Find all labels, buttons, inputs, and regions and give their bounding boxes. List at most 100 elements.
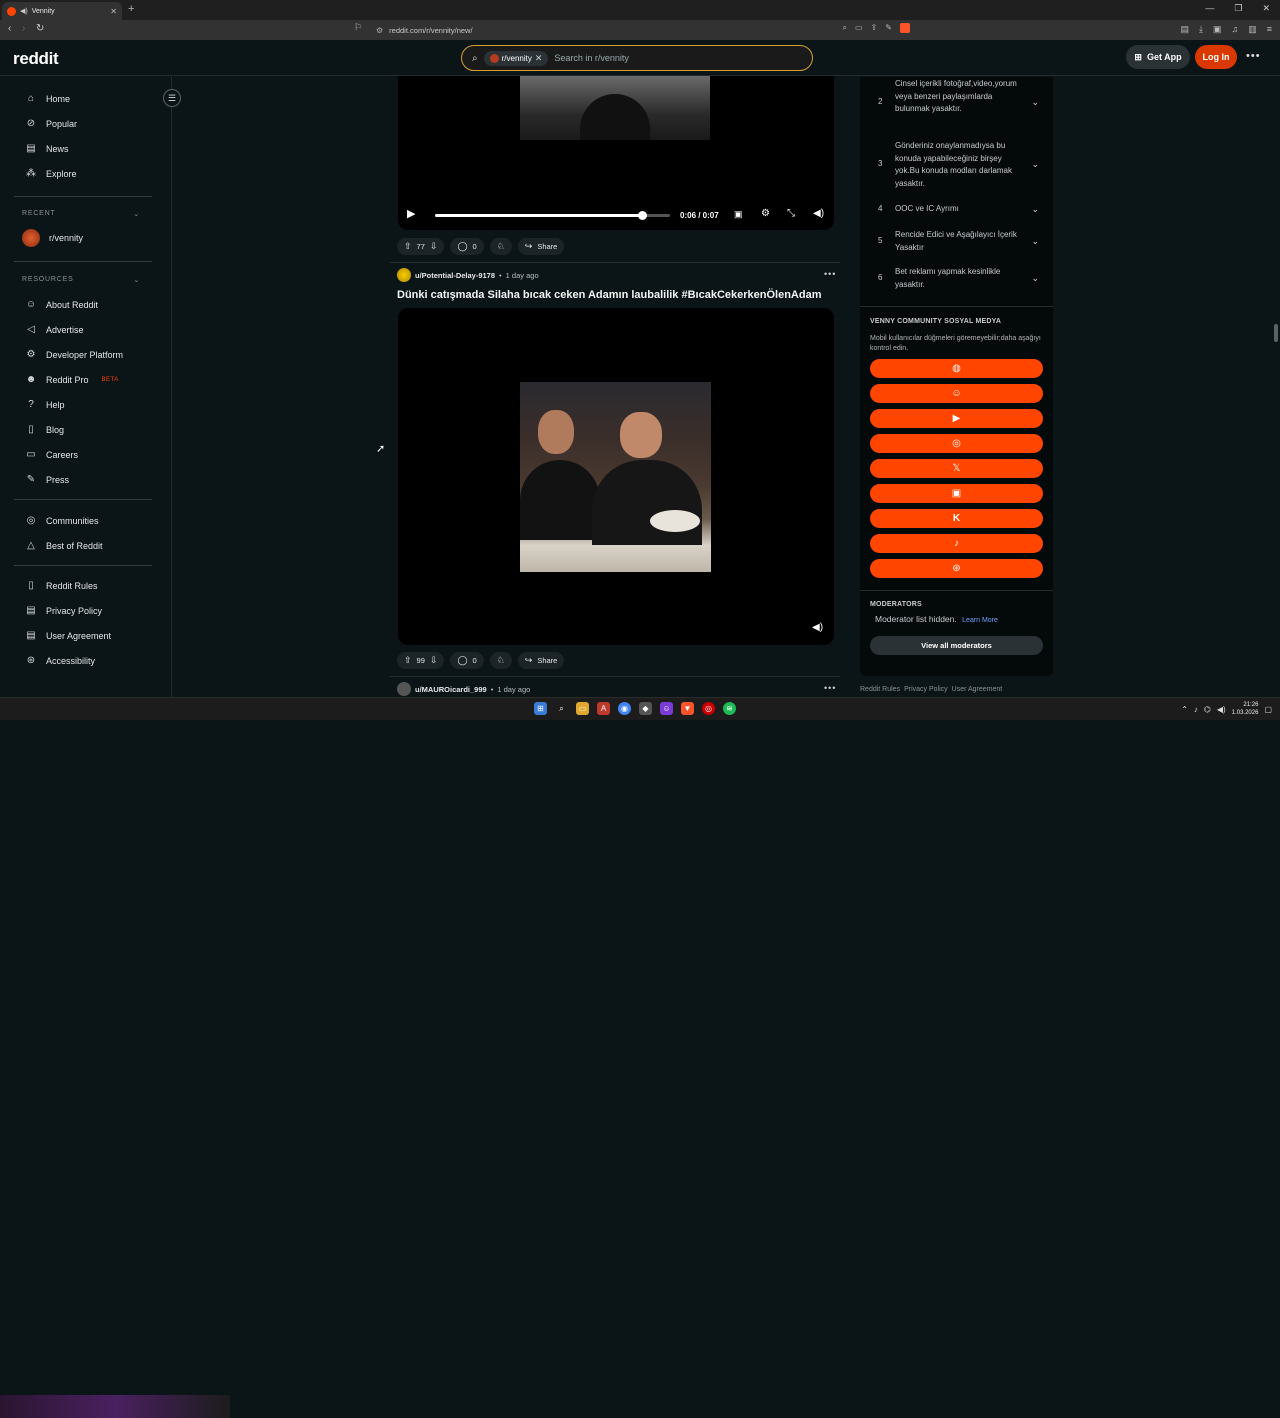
minimize-icon[interactable]: — (1205, 3, 1214, 14)
comments-button[interactable]: ◯ 0 (450, 652, 484, 669)
app-icon[interactable]: ◆ (639, 702, 652, 715)
maximize-icon[interactable]: ❐ (1234, 3, 1242, 14)
new-tab-icon[interactable]: + (128, 3, 134, 15)
resources-section-toggle[interactable]: RESOURCES ⌄ (22, 276, 140, 284)
menu-icon[interactable]: ≡ (1267, 24, 1272, 35)
chrome-icon[interactable]: ◉ (618, 702, 631, 715)
comments-button[interactable]: ◯ 0 (450, 238, 484, 255)
post-overflow-icon[interactable]: ••• (824, 269, 836, 279)
kick-button[interactable]: K (870, 509, 1043, 528)
rule-item[interactable]: 6 Bet reklamı yapmak kesinlikle yasaktır… (878, 266, 1043, 291)
sidebar-item-press[interactable]: ✎ Press (25, 474, 69, 485)
award-button[interactable]: ♘ (489, 238, 512, 255)
close-tab-icon[interactable]: ✕ (110, 7, 117, 16)
video-progress-bar[interactable] (435, 211, 670, 220)
post-overflow-icon[interactable]: ••• (824, 683, 836, 693)
video-player[interactable]: ▶ 0:06 / 0:07 ▣ ⚙ ⤡ ◀) (398, 76, 834, 230)
post-author[interactable]: u/MAUROicardi_999 (415, 685, 487, 694)
post-author[interactable]: u/Potential-Delay-9178 (415, 271, 495, 280)
wallet-icon[interactable]: ✎ (885, 23, 892, 33)
collapse-sidebar-icon[interactable]: ☰ (163, 89, 181, 107)
network-icon[interactable]: ⌬ (1204, 705, 1211, 714)
sidebar-item-home[interactable]: ⌂ Home (25, 93, 70, 104)
x-button[interactable]: 𝕏 (870, 459, 1043, 478)
captions-icon[interactable]: ▣ (734, 209, 743, 220)
more-options-icon[interactable]: ••• (1246, 50, 1261, 62)
upvote-icon[interactable]: ⇧ (404, 241, 412, 252)
back-icon[interactable]: ‹ (8, 23, 11, 34)
rule-item[interactable]: 5 Rencide Edici ve Aşağılayıcı İçerik Ya… (878, 229, 1043, 254)
video-progress-handle[interactable] (637, 211, 647, 220)
login-button[interactable]: Log In (1195, 45, 1237, 69)
sidebar-toggle-icon[interactable]: ▤ (1180, 24, 1189, 35)
share-page-icon[interactable]: ⇪ (871, 23, 878, 33)
sidebar-item-user-agreement[interactable]: ▤ User Agreement (25, 630, 111, 641)
scrollbar-thumb[interactable] (1274, 324, 1278, 342)
downvote-icon[interactable]: ⇩ (430, 655, 438, 666)
sidebar-item-help[interactable]: ? Help (25, 399, 64, 410)
sidebar-item-communities[interactable]: ◎ Communities (25, 515, 99, 526)
brave-shield-icon[interactable] (900, 23, 910, 33)
sidebar-item-recent-vennity[interactable]: r/vennity (22, 229, 83, 247)
microphone-icon[interactable]: ♪ (1194, 705, 1198, 714)
post-title[interactable]: Dünki catışmada Silaha bıcak ceken Adamı… (397, 289, 822, 301)
sidebar-item-about-reddit[interactable]: ☺ About Reddit (25, 299, 98, 310)
sidebar-item-reddit-rules[interactable]: ▯ Reddit Rules (25, 580, 97, 591)
play-icon[interactable]: ▶ (407, 207, 415, 220)
rule-item[interactable]: 4 OOC ve IC Ayrımı ⌄ (878, 203, 1043, 216)
award-button[interactable]: ♘ (489, 652, 512, 669)
sidebar-item-privacy-policy[interactable]: ▤ Privacy Policy (25, 605, 102, 616)
music-icon[interactable]: ♫ (1231, 24, 1238, 35)
page-scrollbar[interactable] (1272, 76, 1280, 696)
forward-icon[interactable]: › (22, 23, 25, 34)
footer-link-user-agreement[interactable]: User Agreement (952, 686, 1003, 693)
site-info-icon[interactable]: ⚙ (376, 26, 383, 35)
upvote-icon[interactable]: ⇧ (404, 655, 412, 666)
download-icon[interactable]: ⤓ (1199, 24, 1203, 35)
footer-link-privacy-policy[interactable]: Privacy Policy (904, 686, 948, 693)
settings-gear-icon[interactable]: ⚙ (761, 208, 770, 219)
sidebar-item-blog[interactable]: ▯ Blog (25, 424, 64, 435)
panel-icon[interactable]: ▥ (1248, 24, 1257, 35)
close-window-icon[interactable]: ✕ (1262, 3, 1270, 14)
view-all-moderators-button[interactable]: View all moderators (870, 636, 1043, 655)
sidebar-item-accessibility[interactable]: ⊛ Accessibility (25, 655, 95, 666)
youtube-button[interactable]: ▶ (870, 409, 1043, 428)
sidebar-item-popular[interactable]: ⊘ Popular (25, 118, 77, 129)
sidebar-item-explore[interactable]: ⁂ Explore (25, 168, 77, 179)
reload-icon[interactable]: ↻ (36, 23, 44, 34)
share-button[interactable]: ↪ Share (517, 238, 565, 255)
volume-icon[interactable]: ◀) (813, 208, 824, 219)
spotify-icon[interactable]: ≋ (723, 702, 736, 715)
tiktok-button[interactable]: ♪ (870, 534, 1043, 553)
discord-taskbar-icon[interactable]: ☺ (660, 702, 673, 715)
rule-item[interactable]: 2 Cinsel içerikli fotoğraf,video,yorum v… (878, 78, 1043, 116)
user-avatar[interactable] (397, 268, 411, 282)
steam-button[interactable]: ⊛ (870, 559, 1043, 578)
volume-icon[interactable]: ◀) (812, 622, 823, 633)
search-input[interactable] (554, 53, 775, 63)
app-icon[interactable]: ◎ (702, 702, 715, 715)
sidebar-item-best-of-reddit[interactable]: △ Best of Reddit (25, 540, 102, 551)
windows-start-icon[interactable]: ⊞ (534, 702, 547, 715)
search-icon[interactable]: ⌕ (555, 702, 568, 715)
bookmark-icon[interactable]: ⚐ (354, 22, 362, 33)
notification-icon[interactable]: ▢ (1264, 705, 1272, 714)
brave-taskbar-icon[interactable]: ▼ (681, 702, 694, 715)
browser-tab[interactable]: ◀) Vennity ✕ (2, 2, 122, 20)
instagram-button[interactable]: ◎ (870, 434, 1043, 453)
learn-more-link[interactable]: Learn More (962, 617, 998, 624)
website-button[interactable]: ◍ (870, 359, 1043, 378)
chevron-up-icon[interactable]: ⌃ (1181, 705, 1188, 714)
recent-section-toggle[interactable]: RECENT ⌄ (22, 210, 140, 218)
volume-icon[interactable]: ◀) (1217, 705, 1226, 714)
reddit-logo[interactable]: reddit (13, 49, 59, 69)
discord-button[interactable]: ☺ (870, 384, 1043, 403)
downvote-icon[interactable]: ⇩ (430, 241, 438, 252)
video-player[interactable]: ◀) (398, 308, 834, 645)
footer-link-reddit-rules[interactable]: Reddit Rules (860, 686, 900, 693)
subreddit-chip[interactable]: r/vennity ✕ (483, 50, 549, 66)
sidebar-item-reddit-pro[interactable]: ☻ Reddit Pro BETA (25, 374, 119, 385)
search-bar[interactable]: ⌕ r/vennity ✕ (461, 45, 813, 71)
zoom-icon[interactable]: ⌕ (843, 23, 847, 33)
